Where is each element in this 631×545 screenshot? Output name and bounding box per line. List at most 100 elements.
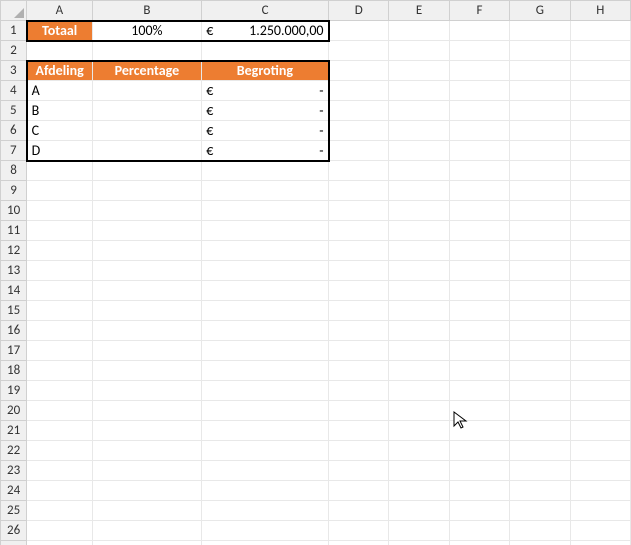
cell-H22[interactable] — [570, 441, 630, 461]
col-header-A[interactable]: A — [27, 1, 92, 21]
cell-C20[interactable] — [202, 401, 329, 421]
cell-G27[interactable] — [510, 541, 570, 545]
cell-B19[interactable] — [92, 381, 202, 401]
cell-G12[interactable] — [510, 241, 570, 261]
cell-F12[interactable] — [449, 241, 509, 261]
cell-E13[interactable] — [389, 261, 449, 281]
cell-G17[interactable] — [510, 341, 570, 361]
cell-E26[interactable] — [389, 521, 449, 541]
cell-E5[interactable] — [389, 101, 449, 121]
cell-F6[interactable] — [449, 121, 509, 141]
cell-C21[interactable] — [202, 421, 329, 441]
cell-E3[interactable] — [389, 61, 449, 81]
cell-F18[interactable] — [449, 361, 509, 381]
row-header-5[interactable]: 5 — [1, 101, 27, 121]
cell-F5[interactable] — [449, 101, 509, 121]
cell-G6[interactable] — [510, 121, 570, 141]
cell-E23[interactable] — [389, 461, 449, 481]
cell-B23[interactable] — [92, 461, 202, 481]
cell-B13[interactable] — [92, 261, 202, 281]
cell-H24[interactable] — [570, 481, 630, 501]
cell-B18[interactable] — [92, 361, 202, 381]
cell-C27[interactable] — [202, 541, 329, 545]
cell-G23[interactable] — [510, 461, 570, 481]
cell-B27[interactable] — [92, 541, 202, 545]
cell-D11[interactable] — [329, 221, 389, 241]
cell-E1[interactable] — [389, 21, 449, 41]
cell-C15[interactable] — [202, 301, 329, 321]
cell-E6[interactable] — [389, 121, 449, 141]
cell-G22[interactable] — [510, 441, 570, 461]
cell-D25[interactable] — [329, 501, 389, 521]
cell-A24[interactable] — [27, 481, 92, 501]
cell-D8[interactable] — [329, 161, 389, 181]
cell-F24[interactable] — [449, 481, 509, 501]
cell-B2[interactable] — [92, 41, 202, 61]
row-header-12[interactable]: 12 — [1, 241, 27, 261]
cell-C3[interactable]: Begroting — [202, 61, 329, 81]
cell-F2[interactable] — [449, 41, 509, 61]
row-header-17[interactable]: 17 — [1, 341, 27, 361]
cell-A23[interactable] — [27, 461, 92, 481]
cell-B9[interactable] — [92, 181, 202, 201]
cell-F21[interactable] — [449, 421, 509, 441]
row-header-24[interactable]: 24 — [1, 481, 27, 501]
col-header-H[interactable]: H — [570, 1, 630, 21]
cell-A5[interactable]: B — [27, 101, 92, 121]
row-header-7[interactable]: 7 — [1, 141, 27, 161]
cell-A21[interactable] — [27, 421, 92, 441]
cell-H6[interactable] — [570, 121, 630, 141]
cell-D13[interactable] — [329, 261, 389, 281]
cell-H23[interactable] — [570, 461, 630, 481]
cell-C14[interactable] — [202, 281, 329, 301]
cell-C16[interactable] — [202, 321, 329, 341]
cell-D4[interactable] — [329, 81, 389, 101]
cell-A18[interactable] — [27, 361, 92, 381]
row-header-4[interactable]: 4 — [1, 81, 27, 101]
cell-H27[interactable] — [570, 541, 630, 545]
cell-G26[interactable] — [510, 521, 570, 541]
cell-F4[interactable] — [449, 81, 509, 101]
cell-C26[interactable] — [202, 521, 329, 541]
cell-F19[interactable] — [449, 381, 509, 401]
row-header-23[interactable]: 23 — [1, 461, 27, 481]
cell-G1[interactable] — [510, 21, 570, 41]
row-header-19[interactable]: 19 — [1, 381, 27, 401]
cell-C6[interactable]: €- — [202, 121, 329, 141]
cell-D24[interactable] — [329, 481, 389, 501]
cell-D1[interactable] — [329, 21, 389, 41]
cell-A3[interactable]: Afdeling — [27, 61, 92, 81]
cell-A17[interactable] — [27, 341, 92, 361]
cell-A8[interactable] — [27, 161, 92, 181]
cell-G8[interactable] — [510, 161, 570, 181]
cell-G2[interactable] — [510, 41, 570, 61]
cell-G16[interactable] — [510, 321, 570, 341]
cell-F23[interactable] — [449, 461, 509, 481]
cell-D6[interactable] — [329, 121, 389, 141]
cell-H14[interactable] — [570, 281, 630, 301]
row-header-26[interactable]: 26 — [1, 521, 27, 541]
cell-C23[interactable] — [202, 461, 329, 481]
cell-B1[interactable]: 100% — [92, 21, 202, 41]
row-header-21[interactable]: 21 — [1, 421, 27, 441]
cell-A25[interactable] — [27, 501, 92, 521]
cell-B25[interactable] — [92, 501, 202, 521]
cell-B6[interactable] — [92, 121, 202, 141]
cell-H20[interactable] — [570, 401, 630, 421]
cell-H26[interactable] — [570, 521, 630, 541]
cell-H10[interactable] — [570, 201, 630, 221]
cell-B4[interactable] — [92, 81, 202, 101]
cell-G25[interactable] — [510, 501, 570, 521]
cell-D17[interactable] — [329, 341, 389, 361]
row-header-13[interactable]: 13 — [1, 261, 27, 281]
cell-G20[interactable] — [510, 401, 570, 421]
cell-C13[interactable] — [202, 261, 329, 281]
cell-H9[interactable] — [570, 181, 630, 201]
cell-A1[interactable]: Totaal — [27, 21, 92, 41]
row-header-27[interactable]: 27 — [1, 541, 27, 545]
cell-D27[interactable] — [329, 541, 389, 545]
cell-C11[interactable] — [202, 221, 329, 241]
cell-A20[interactable] — [27, 401, 92, 421]
cell-C5[interactable]: €- — [202, 101, 329, 121]
cell-E22[interactable] — [389, 441, 449, 461]
